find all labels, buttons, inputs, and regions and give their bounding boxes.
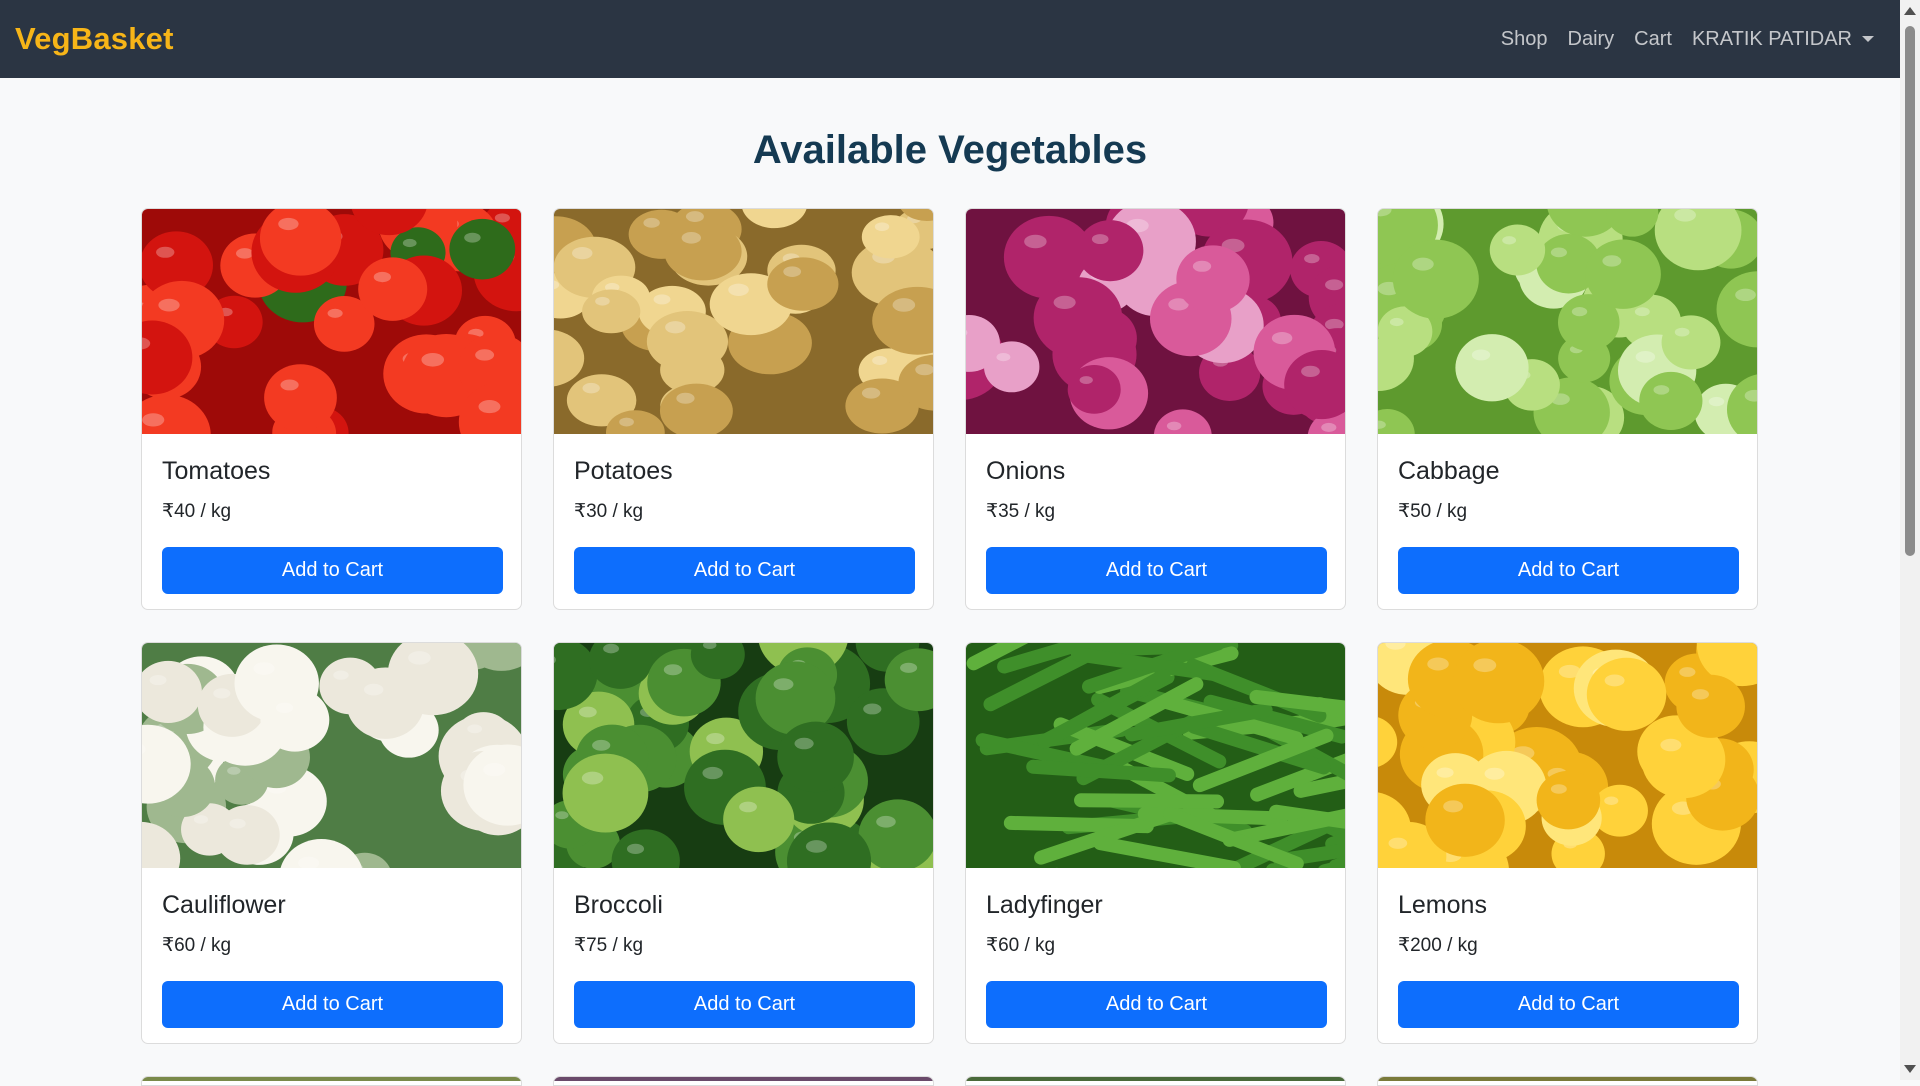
scroll-up-arrow-icon[interactable] (1904, 7, 1916, 15)
product-price: ₹35 / kg (986, 500, 1325, 524)
product-image (966, 643, 1345, 868)
product-image (142, 209, 521, 434)
product-card: Onions ₹35 / kg Add to Cart (965, 208, 1346, 610)
product-grid: Tomatoes ₹40 / kg Add to Cart Potatoes ₹30 /… (141, 208, 1758, 1044)
product-name: Lemons (1398, 890, 1737, 920)
product-card-partial (553, 1076, 934, 1086)
broccoli-photo (554, 643, 933, 868)
user-name: KRATIK PATIDAR (1692, 28, 1852, 51)
cauliflower-photo (142, 643, 521, 868)
add-to-cart-button[interactable]: Add to Cart (162, 547, 503, 594)
card-body: Broccoli ₹75 / kg Add to Cart (554, 868, 933, 1028)
scrollbar-thumb[interactable] (1905, 26, 1915, 556)
page-title: Available Vegetables (0, 128, 1900, 173)
nav-cart-link[interactable]: Cart (1634, 28, 1672, 51)
product-price: ₹75 / kg (574, 934, 913, 958)
product-price: ₹50 / kg (1398, 500, 1737, 524)
product-card: Potatoes ₹30 / kg Add to Cart (553, 208, 934, 610)
lemons-photo (1378, 643, 1757, 868)
nav-links: Shop Dairy Cart KRATIK PATIDAR (1501, 28, 1874, 51)
add-to-cart-button[interactable]: Add to Cart (1398, 547, 1739, 594)
product-price: ₹200 / kg (1398, 934, 1737, 958)
product-card: Tomatoes ₹40 / kg Add to Cart (141, 208, 522, 610)
navbar: VegBasket Shop Dairy Cart KRATIK PATIDAR (0, 0, 1900, 78)
add-to-cart-button[interactable]: Add to Cart (574, 981, 915, 1028)
product-image (142, 643, 521, 868)
product-price: ₹40 / kg (162, 500, 501, 524)
chevron-down-icon (1862, 36, 1874, 42)
ladyfinger-photo (966, 643, 1345, 868)
add-to-cart-button[interactable]: Add to Cart (986, 981, 1327, 1028)
card-body: Potatoes ₹30 / kg Add to Cart (554, 434, 933, 594)
product-price: ₹60 / kg (986, 934, 1325, 958)
card-body: Onions ₹35 / kg Add to Cart (966, 434, 1345, 594)
card-body: Tomatoes ₹40 / kg Add to Cart (142, 434, 521, 594)
product-card-partial (141, 1076, 522, 1086)
page-scrollbar[interactable] (1900, 0, 1920, 1080)
card-body: Cauliflower ₹60 / kg Add to Cart (142, 868, 521, 1028)
product-card-partial (1377, 1076, 1758, 1086)
product-image (554, 209, 933, 434)
add-to-cart-button[interactable]: Add to Cart (574, 547, 915, 594)
product-card: Cabbage ₹50 / kg Add to Cart (1377, 208, 1758, 610)
card-body: Lemons ₹200 / kg Add to Cart (1378, 868, 1757, 1028)
product-image (1378, 643, 1757, 868)
user-menu-dropdown[interactable]: KRATIK PATIDAR (1692, 28, 1874, 51)
onions-photo (966, 209, 1345, 434)
card-body: Ladyfinger ₹60 / kg Add to Cart (966, 868, 1345, 1028)
next-row-partial (141, 1076, 1758, 1086)
add-to-cart-button[interactable]: Add to Cart (1398, 981, 1739, 1028)
product-card: Cauliflower ₹60 / kg Add to Cart (141, 642, 522, 1044)
product-card: Ladyfinger ₹60 / kg Add to Cart (965, 642, 1346, 1044)
product-name: Cabbage (1398, 456, 1737, 486)
product-name: Tomatoes (162, 456, 501, 486)
cabbage-photo (1378, 209, 1757, 434)
product-name: Cauliflower (162, 890, 501, 920)
product-name: Broccoli (574, 890, 913, 920)
product-name: Potatoes (574, 456, 913, 486)
brand-logo[interactable]: VegBasket (15, 21, 174, 57)
add-to-cart-button[interactable]: Add to Cart (162, 981, 503, 1028)
add-to-cart-button[interactable]: Add to Cart (986, 547, 1327, 594)
scroll-down-arrow-icon[interactable] (1904, 1065, 1916, 1073)
product-card-partial (965, 1076, 1346, 1086)
nav-dairy-link[interactable]: Dairy (1568, 28, 1615, 51)
product-name: Onions (986, 456, 1325, 486)
product-name: Ladyfinger (986, 890, 1325, 920)
card-body: Cabbage ₹50 / kg Add to Cart (1378, 434, 1757, 594)
product-card: Broccoli ₹75 / kg Add to Cart (553, 642, 934, 1044)
product-card: Lemons ₹200 / kg Add to Cart (1377, 642, 1758, 1044)
potatoes-photo (554, 209, 933, 434)
product-price: ₹60 / kg (162, 934, 501, 958)
nav-shop-link[interactable]: Shop (1501, 28, 1548, 51)
product-image (554, 643, 933, 868)
product-price: ₹30 / kg (574, 500, 913, 524)
product-image (966, 209, 1345, 434)
tomatoes-photo (142, 209, 521, 434)
product-image (1378, 209, 1757, 434)
